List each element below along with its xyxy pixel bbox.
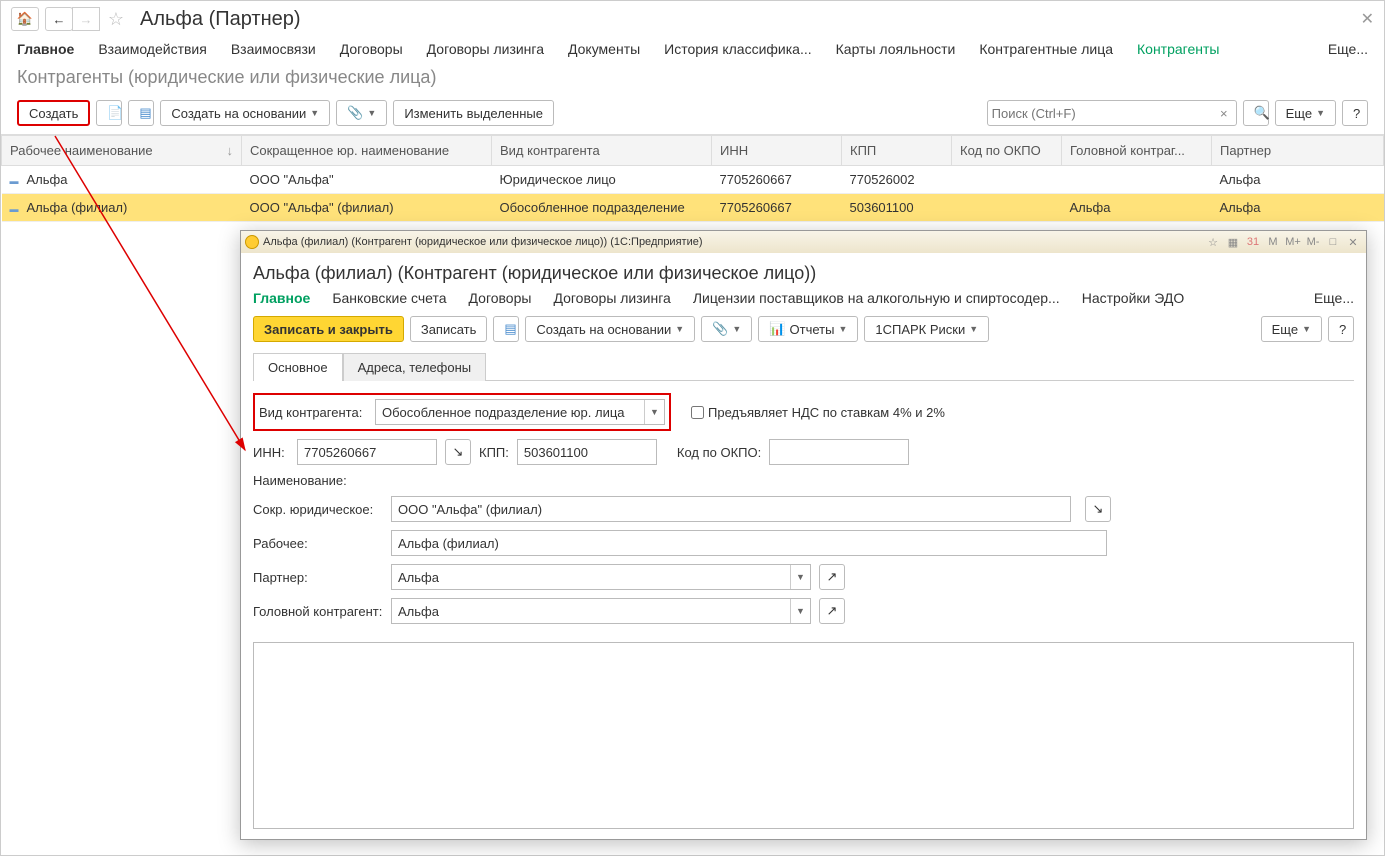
counterparty-modal: Альфа (филиал) (Контрагент (юридическое … (240, 230, 1367, 840)
more-button[interactable]: Еще▼ (1261, 316, 1322, 342)
more-button[interactable]: Еще▼ (1275, 100, 1336, 126)
chevron-down-icon[interactable]: ▼ (790, 565, 810, 589)
change-selected-button[interactable]: Изменить выделенные (393, 100, 554, 126)
spark-button[interactable]: 1СПАРК Риски▼ (864, 316, 989, 342)
help-button[interactable]: ? (1342, 100, 1368, 126)
modal-titlebar: Альфа (филиал) (Контрагент (юридическое … (241, 231, 1366, 253)
tab-loyalty[interactable]: Карты лояльности (836, 41, 956, 57)
head-combo[interactable]: Альфа ▼ (391, 598, 811, 624)
tab-contracts[interactable]: Договоры (340, 41, 403, 57)
mplus-icon[interactable]: M+ (1284, 234, 1302, 250)
clear-search-icon[interactable]: × (1216, 106, 1232, 121)
close-icon[interactable]: ✕ (1344, 234, 1362, 250)
search-input[interactable]: × (987, 100, 1237, 126)
m-icon[interactable]: M (1264, 234, 1282, 250)
head-open-button[interactable]: ↗ (819, 598, 845, 624)
star-icon[interactable]: ☆ (106, 9, 126, 30)
save-button[interactable]: Записать (410, 316, 488, 342)
reports-button[interactable]: 📊 Отчеты▼ (758, 316, 858, 342)
subtab-main[interactable]: Основное (253, 353, 343, 381)
kpp-label: КПП: (479, 445, 509, 460)
chevron-down-icon[interactable]: ▼ (644, 400, 664, 424)
item-icon: ▬ (10, 204, 19, 214)
vat-checkbox[interactable]: Предъявляет НДС по ставкам 4% и 2% (691, 405, 945, 420)
kpp-field[interactable]: 503601100 (517, 439, 657, 465)
work-field[interactable]: Альфа (филиал) (391, 530, 1107, 556)
create-based-button[interactable]: Создать на основании▼ (160, 100, 330, 126)
tab-leasing[interactable]: Договоры лизинга (427, 41, 544, 57)
tab-contacts[interactable]: Контрагентные лица (979, 41, 1113, 57)
subtitle: Контрагенты (юридические или физические … (1, 65, 1384, 96)
notes-textarea[interactable] (253, 642, 1354, 829)
nav-tabs: Главное Взаимодействия Взаимосвязи Догов… (1, 37, 1384, 65)
tab-main[interactable]: Главное (17, 41, 74, 57)
modal-tab-bank[interactable]: Банковские счета (332, 290, 446, 306)
attach-button[interactable]: 📎▼ (701, 316, 752, 342)
inn-lookup-button[interactable]: ↘ (445, 439, 471, 465)
sort-icon[interactable]: ↓ (227, 143, 234, 158)
partner-label: Партнер: (253, 570, 383, 585)
modal-tab-leasing[interactable]: Договоры лизинга (553, 290, 670, 306)
sokr-lookup-button[interactable]: ↘ (1085, 496, 1111, 522)
list-button[interactable]: ▤ (128, 100, 154, 126)
app-icon (245, 235, 259, 249)
chevron-down-icon[interactable]: ▼ (790, 599, 810, 623)
mminus-icon[interactable]: M- (1304, 234, 1322, 250)
sokr-field[interactable]: ООО "Альфа" (филиал) (391, 496, 1071, 522)
calc-icon[interactable]: ▦ (1224, 234, 1242, 250)
modal-tab-contracts[interactable]: Договоры (469, 290, 532, 306)
tab-counterparties[interactable]: Контрагенты (1137, 41, 1219, 57)
item-icon: ▬ (10, 176, 19, 186)
create-button[interactable]: Создать (17, 100, 90, 126)
inn-label: ИНН: (253, 445, 289, 460)
chevron-down-icon: ▼ (310, 108, 319, 118)
attach-button[interactable]: 📎▼ (336, 100, 387, 126)
tab-history[interactable]: История классифика... (664, 41, 811, 57)
fav-icon[interactable]: ☆ (1204, 234, 1222, 250)
close-icon[interactable]: ✕ (1361, 9, 1374, 29)
table-row[interactable]: ▬Альфа ООО "Альфа" Юридическое лицо 7705… (2, 166, 1384, 194)
partner-open-button[interactable]: ↗ (819, 564, 845, 590)
page-title: Альфа (Партнер) (140, 8, 301, 31)
subtab-addresses[interactable]: Адреса, телефоны (343, 353, 487, 381)
partner-combo[interactable]: Альфа ▼ (391, 564, 811, 590)
vid-combo[interactable]: Обособленное подразделение юр. лица ▼ (375, 399, 665, 425)
forward-button[interactable]: → (72, 7, 100, 31)
modal-title: Альфа (филиал) (Контрагент (юридическое … (253, 263, 1354, 284)
naming-label: Наименование: (253, 473, 347, 488)
copy-button[interactable]: 📄 (96, 100, 122, 126)
calendar-icon[interactable]: 31 (1244, 234, 1262, 250)
okpo-label: Код по ОКПО: (677, 445, 761, 460)
modal-tab-edo[interactable]: Настройки ЭДО (1082, 290, 1185, 306)
back-button[interactable]: ← (45, 7, 73, 31)
okpo-field[interactable] (769, 439, 909, 465)
head-label: Головной контрагент: (253, 604, 383, 619)
inn-field[interactable]: 7705260667 (297, 439, 437, 465)
tab-documents[interactable]: Документы (568, 41, 640, 57)
work-label: Рабочее: (253, 536, 383, 551)
save-close-button[interactable]: Записать и закрыть (253, 316, 404, 342)
tab-interactions[interactable]: Взаимодействия (98, 41, 207, 57)
vid-label: Вид контрагента: (259, 405, 367, 420)
maximize-icon[interactable]: □ (1324, 234, 1342, 250)
chevron-down-icon: ▼ (367, 108, 376, 118)
home-button[interactable]: 🏠 (11, 7, 39, 31)
tab-more[interactable]: Еще... (1328, 41, 1368, 57)
sokr-label: Сокр. юридическое: (253, 502, 383, 517)
modal-tab-main[interactable]: Главное (253, 290, 310, 306)
tab-relations[interactable]: Взаимосвязи (231, 41, 316, 57)
counterparties-table: Рабочее наименование↓ Сокращенное юр. на… (1, 135, 1384, 222)
create-based-button[interactable]: Создать на основании▼ (525, 316, 695, 342)
modal-tab-licenses[interactable]: Лицензии поставщиков на алкогольную и сп… (693, 290, 1060, 306)
help-button[interactable]: ? (1328, 316, 1354, 342)
modal-tab-more[interactable]: Еще... (1314, 290, 1354, 306)
list-button[interactable]: ▤ (493, 316, 519, 342)
table-row[interactable]: ▬Альфа (филиал) ООО "Альфа" (филиал) Обо… (2, 194, 1384, 222)
search-button[interactable]: 🔍▼ (1243, 100, 1269, 126)
